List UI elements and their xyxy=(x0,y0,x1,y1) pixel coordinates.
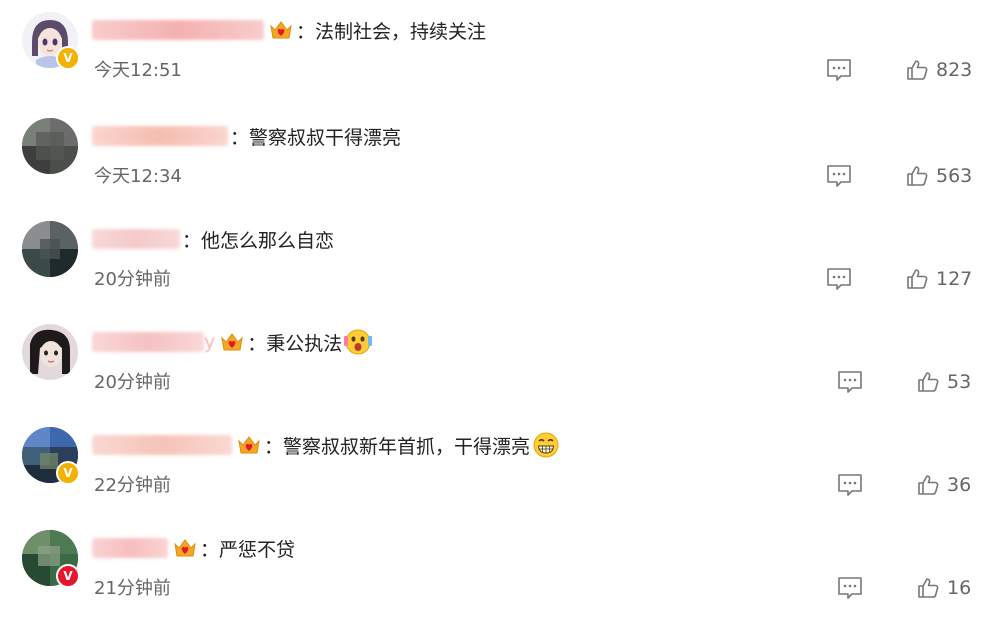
username[interactable] xyxy=(92,332,204,352)
avatar[interactable] xyxy=(22,221,78,277)
comment-time: 今天12:34 xyxy=(94,166,182,187)
thumbs-up-icon xyxy=(918,372,939,392)
like-count: 53 xyxy=(947,371,972,393)
like-button[interactable]: 53 xyxy=(917,368,971,396)
avatar[interactable] xyxy=(22,118,78,174)
thumbs-up-icon xyxy=(907,60,928,80)
avatar[interactable]: V xyxy=(22,12,80,70)
comment-item: V ： 严惩不贷 21分钟前 16 xyxy=(0,530,1007,626)
comment-text: 法制社会，持续关注 xyxy=(315,20,487,43)
shocked-emoji-icon xyxy=(344,329,373,355)
colon-separator: ： xyxy=(264,435,284,458)
colon-separator: ： xyxy=(296,20,316,43)
like-button[interactable]: 563 xyxy=(906,162,972,190)
like-count: 823 xyxy=(936,59,973,81)
thumbs-up-icon xyxy=(918,475,939,495)
comment-line: ： 严惩不贷 xyxy=(92,532,295,564)
reply-icon[interactable] xyxy=(837,576,863,600)
username[interactable] xyxy=(92,435,232,455)
like-button[interactable]: 127 xyxy=(906,265,972,293)
reply-icon[interactable] xyxy=(826,267,852,291)
comment-time: 今天12:51 xyxy=(94,60,182,81)
comment-text: 秉公执法 xyxy=(266,332,343,355)
like-count: 563 xyxy=(936,165,973,187)
crown-heart-icon xyxy=(221,333,243,351)
colon-separator: ： xyxy=(247,332,267,355)
comment-text: 他怎么那么自恋 xyxy=(201,229,335,252)
crown-heart-icon xyxy=(238,436,260,454)
reply-icon[interactable] xyxy=(837,370,863,394)
username[interactable] xyxy=(92,126,228,146)
colon-separator: ： xyxy=(230,126,250,149)
verified-badge-icon: V xyxy=(56,461,80,485)
comment-time: 20分钟前 xyxy=(94,269,171,290)
comment-line: ： 警察叔叔干得漂亮 xyxy=(92,120,401,152)
username-visible-suffix: y xyxy=(204,331,216,353)
crown-heart-icon xyxy=(174,539,196,557)
comment-list: V ： 法制社会，持续关注 今天12:51 823 ： 警察叔叔干得漂亮 今天1… xyxy=(0,0,1007,626)
comment-time: 21分钟前 xyxy=(94,578,171,599)
avatar[interactable] xyxy=(22,324,78,380)
comment-time: 20分钟前 xyxy=(94,372,171,393)
comment-line: y ： 秉公执法 xyxy=(92,326,373,358)
reply-icon[interactable] xyxy=(826,164,852,188)
verified-badge-icon: V xyxy=(56,46,80,70)
like-button[interactable]: 823 xyxy=(906,56,972,84)
username[interactable] xyxy=(92,229,180,249)
comment-text: 严惩不贷 xyxy=(219,538,296,561)
like-button[interactable]: 16 xyxy=(917,574,971,602)
crown-heart-icon xyxy=(270,21,292,39)
colon-separator: ： xyxy=(182,229,202,252)
thumbs-up-icon xyxy=(918,578,939,598)
comment-line: ： 他怎么那么自恋 xyxy=(92,223,334,255)
comment-item: y ： 秉公执法 20分钟前 53 xyxy=(0,324,1007,424)
reply-icon[interactable] xyxy=(837,473,863,497)
like-count: 36 xyxy=(947,474,972,496)
username[interactable] xyxy=(92,538,168,558)
comment-time: 22分钟前 xyxy=(94,475,171,496)
thumbs-up-icon xyxy=(907,166,928,186)
comment-line: ： 警察叔叔新年首抓，干得漂亮 xyxy=(92,429,560,461)
username[interactable] xyxy=(92,20,264,40)
like-count: 127 xyxy=(936,268,973,290)
comment-text: 警察叔叔新年首抓，干得漂亮 xyxy=(283,435,531,458)
thumbs-up-icon xyxy=(907,269,928,289)
comment-text: 警察叔叔干得漂亮 xyxy=(249,126,402,149)
like-button[interactable]: 36 xyxy=(917,471,971,499)
reply-icon[interactable] xyxy=(826,58,852,82)
verified-badge-icon: V xyxy=(56,564,80,588)
avatar[interactable]: V xyxy=(22,427,80,485)
comment-item: V ： 法制社会，持续关注 今天12:51 823 xyxy=(0,12,1007,112)
grin-emoji-icon xyxy=(533,432,559,458)
like-count: 16 xyxy=(947,577,972,599)
comment-item: V ： 警察叔叔新年首抓，干得漂亮 22分钟前 36 xyxy=(0,427,1007,527)
comment-line: ： 法制社会，持续关注 xyxy=(92,14,486,46)
comment-item: ： 他怎么那么自恋 20分钟前 127 xyxy=(0,221,1007,321)
comment-item: ： 警察叔叔干得漂亮 今天12:34 563 xyxy=(0,118,1007,218)
colon-separator: ： xyxy=(200,538,220,561)
avatar[interactable]: V xyxy=(22,530,80,588)
